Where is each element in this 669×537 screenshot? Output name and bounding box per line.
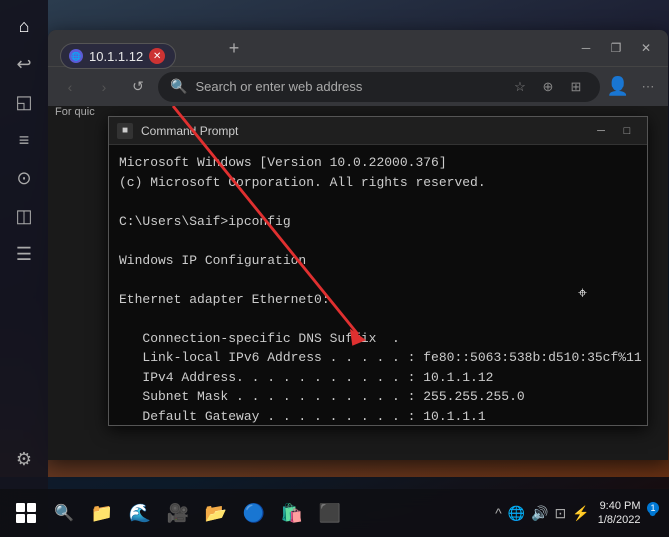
taskbar: 🔍 📁 🌊 🎥 📂 🔵 🛍️ ⬛ ^ 🌐 🔊 ⊡ ⚡ 9:40 PM 1/8/2… (0, 489, 669, 537)
sidebar-icon-home[interactable]: ⌂ (6, 8, 42, 44)
cmd-line-6: Windows IP Configuration (119, 251, 637, 271)
cmd-line-ipv6: Link-local IPv6 Address . . . . . : fe80… (119, 348, 637, 368)
browser-content: ■ Command Prompt ─ □ Microsoft Windows [… (48, 106, 668, 460)
restore-button[interactable]: ❐ (602, 34, 630, 62)
screenshot-icon[interactable]: ⊞ (564, 75, 588, 99)
for-quick-text: For quic (55, 106, 95, 118)
display-icon[interactable]: ⊡ (555, 505, 567, 522)
taskbar-right-area: ^ 🌐 🔊 ⊡ ⚡ 9:40 PM 1/8/2022 ● 1 (495, 499, 661, 528)
sidebar-icon-square[interactable]: ◱ (6, 84, 42, 120)
left-sidebar: ⌂ ↩ ◱ ≡ ⊙ ◫ ☰ ⚙ (0, 0, 48, 537)
clock-date: 1/8/2022 (598, 513, 641, 527)
ip-address-tab[interactable]: 🌐 10.1.1.12 ✕ (60, 43, 176, 69)
cmd-body: Microsoft Windows [Version 10.0.22000.37… (109, 145, 647, 425)
search-icon: 🔍 (170, 78, 187, 95)
search-taskbar-button[interactable]: 🔍 (46, 495, 82, 531)
bookmark-icon[interactable]: ☆ (508, 75, 532, 99)
edge-icon: 🌊 (129, 503, 151, 524)
cmd-line-5 (119, 231, 637, 251)
new-tab-button[interactable]: + (220, 34, 248, 62)
taskbar-edge[interactable]: 🌊 (122, 495, 158, 531)
sidebar-icon-list[interactable]: ☰ (6, 236, 42, 272)
sidebar-icon-settings[interactable]: ⚙ (6, 441, 42, 477)
address-bar[interactable]: 🔍 Search or enter web address ☆ ⊕ ⊞ (158, 72, 600, 102)
browser-window-controls: ─ ❐ ✕ (572, 34, 660, 62)
system-clock[interactable]: 9:40 PM 1/8/2022 (598, 499, 641, 528)
cmd-line-4: C:\Users\Saif>ipconfig (119, 212, 637, 232)
cmd-minimize-button[interactable]: ─ (589, 121, 613, 141)
taskbar-edge2[interactable]: 🔵 (236, 495, 272, 531)
back-button[interactable]: ‹ (56, 73, 84, 101)
cmd-line-gateway: Default Gateway . . . . . . . . . : 10.1… (119, 407, 637, 426)
sidebar-bottom: ⚙ (6, 441, 42, 477)
more-icon[interactable]: ⋯ (636, 75, 660, 99)
notification-count: 1 (647, 502, 659, 514)
network-icon[interactable]: 🌐 (508, 505, 525, 522)
cmd-line-subnet: Subnet Mask . . . . . . . . . . . : 255.… (119, 387, 637, 407)
speaker-icon[interactable]: 🔊 (531, 505, 548, 522)
cmd-window: ■ Command Prompt ─ □ Microsoft Windows [… (108, 116, 648, 426)
cmd-app-icon: ■ (117, 123, 133, 139)
taskbar-store[interactable]: 🛍️ (274, 495, 310, 531)
taskbar-folder[interactable]: 📂 (198, 495, 234, 531)
sidebar-icon-circle[interactable]: ⊙ (6, 160, 42, 196)
minimize-button[interactable]: ─ (572, 34, 600, 62)
forward-button[interactable]: › (90, 73, 118, 101)
cmd-window-controls: ─ □ (589, 121, 639, 141)
sidebar-icon-menu[interactable]: ≡ (6, 122, 42, 158)
tray-chevron-icon[interactable]: ^ (495, 505, 502, 521)
address-placeholder: Search or enter web address (195, 79, 500, 94)
cmd-line-1: Microsoft Windows [Version 10.0.22000.37… (119, 153, 637, 173)
cmd-line-2: (c) Microsoft Corporation. All rights re… (119, 173, 637, 193)
tab-close-button[interactable]: ✕ (190, 40, 206, 56)
cmd-maximize-button[interactable]: □ (615, 121, 639, 141)
ip-tab-close-button[interactable]: ✕ (149, 48, 165, 64)
taskbar-zoom[interactable]: 🎥 (160, 495, 196, 531)
system-tray: ^ 🌐 🔊 ⊡ ⚡ (495, 505, 590, 522)
reload-button[interactable]: ↺ (124, 73, 152, 101)
network2-icon[interactable]: ⚡ (572, 505, 589, 522)
cmd-line-dns: Connection-specific DNS Suffix . (119, 329, 637, 349)
cmd-titlebar: ■ Command Prompt ─ □ (109, 117, 647, 145)
cmd-line-8: Ethernet adapter Ethernet0: (119, 290, 637, 310)
cmd-line-7 (119, 270, 637, 290)
ip-tab-favicon: 🌐 (69, 49, 83, 63)
profile-icon[interactable]: 👤 (606, 75, 630, 99)
browser-window: New tab ✕ + ─ ❐ ✕ ‹ › ↺ 🔍 Search or ente… (48, 30, 668, 460)
sidebar-icon-back[interactable]: ↩ (6, 46, 42, 82)
browser-navbar: ‹ › ↺ 🔍 Search or enter web address ☆ ⊕ … (48, 66, 668, 106)
cmd-line-ipv4: IPv4 Address. . . . . . . . . . . : 10.1… (119, 368, 637, 388)
address-bar-icons: ☆ ⊕ ⊞ (508, 75, 588, 99)
desktop: ⌂ ↩ ◱ ≡ ⊙ ◫ ☰ ⚙ New tab ✕ + ─ ❐ ✕ ‹ (0, 0, 669, 537)
windows-logo-icon (16, 503, 36, 523)
taskbar-terminal[interactable]: ⬛ (312, 495, 348, 531)
ip-tab-label: 10.1.1.12 (89, 49, 143, 64)
cmd-title: Command Prompt (141, 124, 581, 138)
reading-icon[interactable]: ⊕ (536, 75, 560, 99)
clock-time: 9:40 PM (600, 499, 641, 513)
sidebar-icon-grid[interactable]: ◫ (6, 198, 42, 234)
close-button[interactable]: ✕ (632, 34, 660, 62)
start-button[interactable] (8, 495, 44, 531)
notification-area[interactable]: ● 1 (649, 504, 657, 522)
cmd-line-3 (119, 192, 637, 212)
cmd-line-9 (119, 309, 637, 329)
taskbar-file-explorer[interactable]: 📁 (84, 495, 120, 531)
